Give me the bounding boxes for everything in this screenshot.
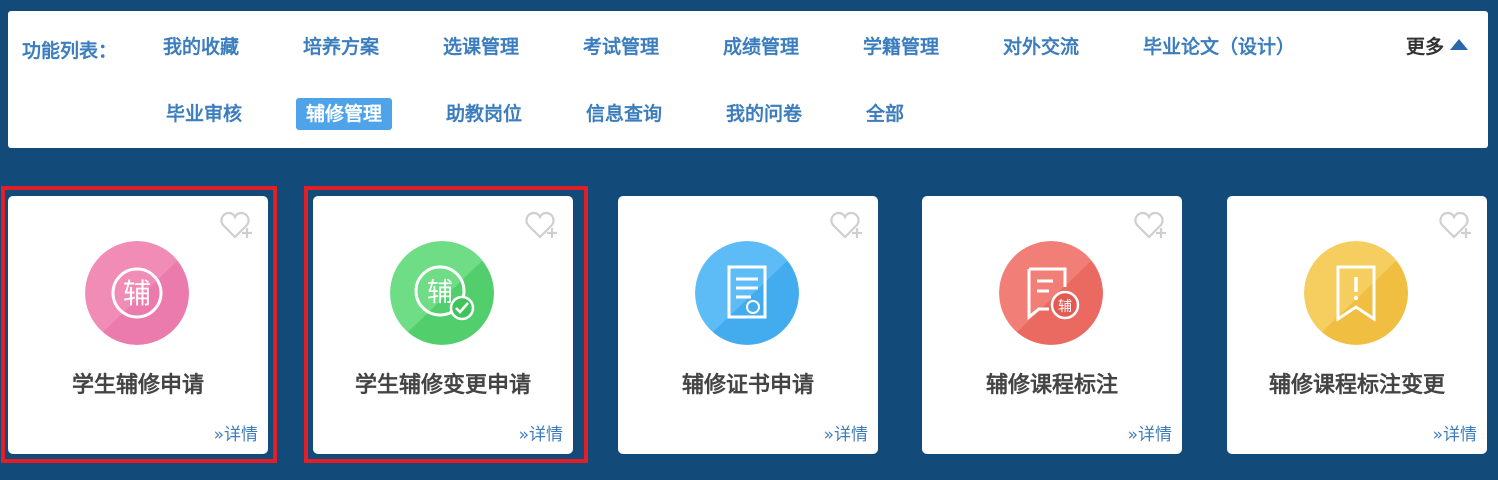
menu-item-student-status[interactable]: 学籍管理	[853, 31, 949, 63]
more-toggle-button[interactable]: 更多	[1406, 31, 1468, 63]
favorite-heart-add-icon[interactable]	[1134, 210, 1168, 240]
minor-char-icon: 辅	[85, 241, 189, 345]
card-minor-course-annotation[interactable]: 辅 辅修课程标注 »详情	[922, 196, 1182, 454]
card-title: 学生辅修申请	[71, 373, 204, 398]
svg-text:辅: 辅	[1058, 299, 1072, 315]
menu-item-graduation-thesis[interactable]: 毕业论文（设计）	[1133, 31, 1305, 63]
menu-item-course-selection[interactable]: 选课管理	[433, 31, 529, 63]
favorite-heart-add-icon[interactable]	[830, 210, 864, 240]
favorite-heart-add-icon[interactable]	[525, 210, 559, 240]
certificate-document-icon	[695, 241, 799, 345]
menu-item-my-favorites[interactable]: 我的收藏	[153, 31, 249, 63]
svg-text:辅: 辅	[427, 278, 453, 308]
detail-link[interactable]: »详情	[1433, 420, 1477, 445]
detail-link[interactable]: »详情	[1128, 420, 1172, 445]
card-minor-certificate-application[interactable]: 辅修证书申请 »详情	[618, 196, 878, 454]
menu-item-minor-management[interactable]: 辅修管理	[296, 98, 393, 130]
menu-item-teaching-assistant[interactable]: 助教岗位	[436, 98, 532, 130]
detail-link[interactable]: »详情	[214, 420, 258, 445]
card-title: 辅修课程标注变更	[1268, 373, 1445, 398]
card-title: 辅修证书申请	[681, 373, 814, 398]
menu-item-grade-management[interactable]: 成绩管理	[713, 31, 809, 63]
card-minor-course-annotation-change[interactable]: 辅修课程标注变更 »详情	[1227, 196, 1487, 454]
card-title: 辅修课程标注	[985, 373, 1118, 398]
course-annotation-icon: 辅	[999, 241, 1103, 345]
menu-item-exam-management[interactable]: 考试管理	[573, 31, 669, 63]
menu-item-info-query[interactable]: 信息查询	[576, 98, 672, 130]
caret-up-icon	[1450, 39, 1468, 50]
function-menu-panel: 功能列表： 我的收藏 培养方案 选课管理 考试管理 成绩管理 学籍管理 对外交流…	[8, 11, 1488, 148]
favorite-heart-add-icon[interactable]	[1439, 210, 1473, 240]
favorite-heart-add-icon[interactable]	[220, 210, 254, 240]
detail-link[interactable]: »详情	[824, 420, 868, 445]
menu-item-external-exchange[interactable]: 对外交流	[993, 31, 1089, 63]
menu-item-all[interactable]: 全部	[856, 98, 914, 130]
more-label: 更多	[1405, 36, 1444, 58]
menu-item-graduation-review[interactable]: 毕业审核	[156, 98, 252, 130]
bookmark-alert-icon	[1304, 241, 1408, 345]
card-student-minor-change-application[interactable]: 辅 学生辅修变更申请 »详情	[313, 196, 573, 454]
menu-item-training-plan[interactable]: 培养方案	[293, 31, 389, 63]
svg-text:辅: 辅	[123, 277, 151, 310]
minor-change-check-icon: 辅	[390, 241, 494, 345]
menu-item-my-questionnaire[interactable]: 我的问卷	[716, 98, 812, 130]
card-student-minor-application[interactable]: 辅 学生辅修申请 »详情	[8, 196, 268, 454]
function-list-label: 功能列表：	[22, 40, 118, 62]
detail-link[interactable]: »详情	[519, 420, 563, 445]
card-title: 学生辅修变更申请	[354, 373, 531, 398]
